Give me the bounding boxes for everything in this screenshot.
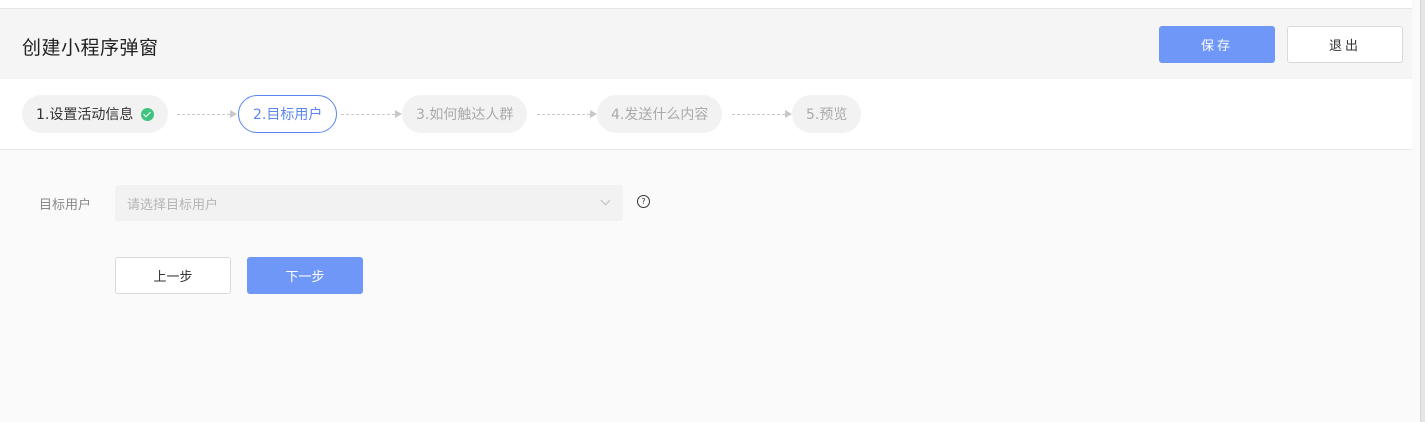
exit-button[interactable]: 退出	[1287, 26, 1403, 63]
check-circle-icon	[141, 107, 155, 121]
top-strip	[0, 0, 1412, 9]
step-connector	[177, 110, 237, 118]
page-title: 创建小程序弹窗	[22, 37, 159, 59]
step-set-activity-info[interactable]: 1.设置活动信息	[22, 95, 169, 133]
step-target-user[interactable]: 2.目标用户	[238, 95, 338, 133]
step-preview[interactable]: 5.预览	[792, 95, 862, 133]
step-label: 1.设置活动信息	[36, 107, 134, 123]
step-connector	[537, 110, 597, 118]
page-header: 创建小程序弹窗 保存 退出	[0, 9, 1412, 79]
target-user-placeholder: 请选择目标用户	[127, 197, 219, 213]
scrollbar-track[interactable]	[1421, 0, 1425, 422]
step-label: 3.如何触达人群	[416, 107, 514, 123]
step-label: 4.发送什么内容	[611, 107, 709, 123]
question-circle-icon[interactable]: ?	[637, 195, 650, 208]
step-connector	[341, 110, 402, 118]
step-connector	[732, 110, 792, 118]
save-button[interactable]: 保存	[1159, 26, 1275, 63]
step-label: 2.目标用户	[253, 107, 323, 123]
step-send-content[interactable]: 4.发送什么内容	[597, 95, 723, 133]
next-step-button[interactable]: 下一步	[247, 257, 363, 294]
chevron-down-icon	[600, 195, 611, 206]
previous-step-button[interactable]: 上一步	[115, 257, 231, 294]
step-reach-audience[interactable]: 3.如何触达人群	[402, 95, 528, 133]
step-label: 5.预览	[806, 107, 848, 123]
target-user-select[interactable]: 请选择目标用户	[115, 185, 623, 221]
target-user-label: 目标用户	[39, 198, 92, 213]
steps-bar: 1.设置活动信息 2.目标用户 3.如何触达人群 4.发送什么内容 5.预览	[0, 79, 1412, 150]
